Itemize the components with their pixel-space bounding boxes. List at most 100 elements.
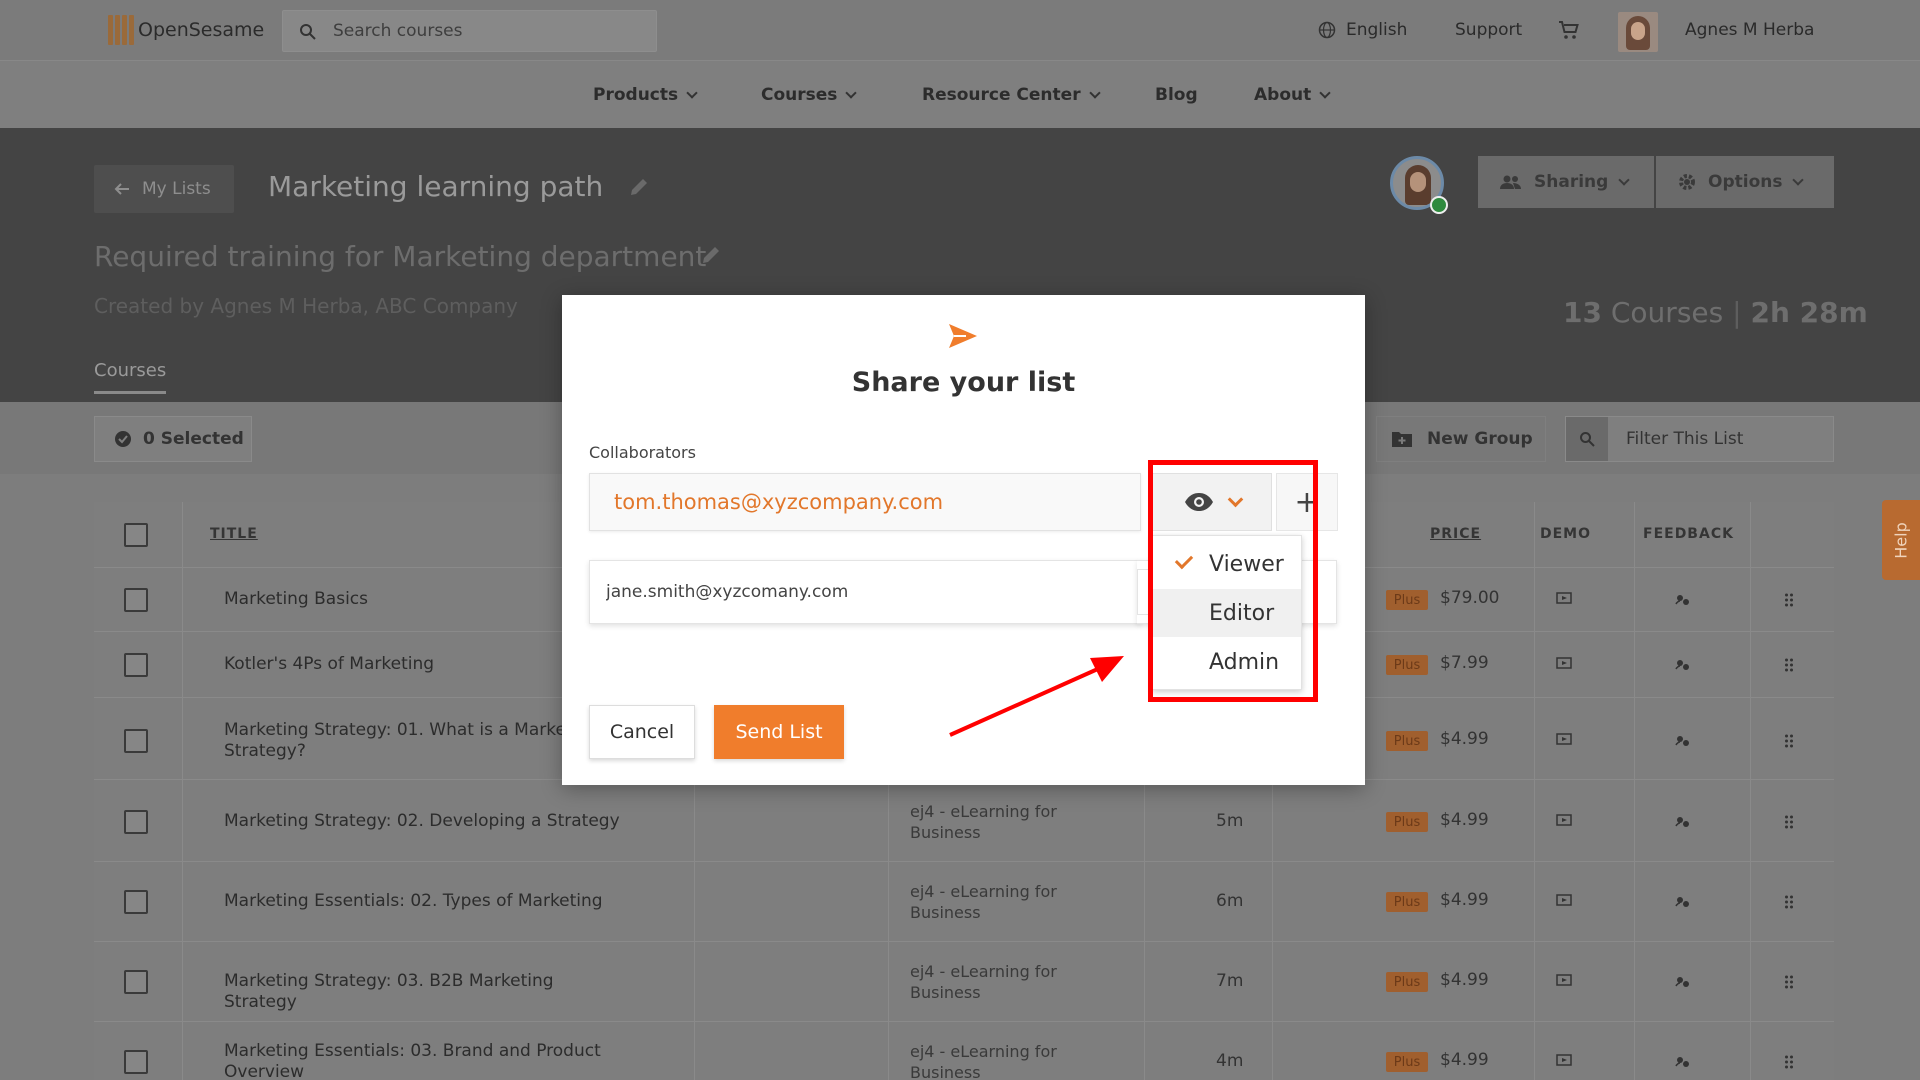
list-description: Required training for Marketing departme… — [94, 240, 707, 273]
opensesame-logo[interactable]: OpenSesame — [108, 12, 264, 48]
drag-handle-icon[interactable] — [1784, 894, 1794, 910]
row-checkbox[interactable] — [124, 970, 148, 994]
column-feedback: FEEDBACK — [1643, 526, 1734, 542]
drag-handle-icon[interactable] — [1784, 592, 1794, 608]
cart-icon — [1559, 21, 1579, 39]
plus-badge: Plus — [1386, 812, 1428, 832]
send-paper-plane-icon — [949, 324, 977, 348]
sharing-button[interactable]: Sharing — [1478, 156, 1654, 208]
user-name[interactable]: Agnes M Herba — [1685, 0, 1814, 60]
selected-count-button[interactable]: 0 Selected — [94, 416, 252, 462]
feedback-icon[interactable] — [1674, 592, 1692, 608]
search-box[interactable] — [282, 10, 657, 52]
row-checkbox[interactable] — [124, 588, 148, 612]
feedback-icon[interactable] — [1674, 657, 1692, 673]
chevron-down-icon — [1088, 86, 1101, 99]
demo-play-icon[interactable] — [1556, 733, 1572, 747]
folder-plus-icon — [1392, 432, 1412, 447]
drag-handle-icon[interactable] — [1784, 1054, 1794, 1070]
options-button[interactable]: Options — [1656, 156, 1834, 208]
demo-play-icon[interactable] — [1556, 657, 1572, 671]
course-price: $79.00 — [1440, 588, 1500, 608]
course-provider: ej4 - eLearning for Business — [910, 962, 1057, 1002]
table-row[interactable]: Marketing Essentials: 03. Brand and Prod… — [94, 1022, 1834, 1080]
feedback-icon[interactable] — [1674, 894, 1692, 910]
row-checkbox[interactable] — [124, 729, 148, 753]
new-group-button[interactable]: New Group — [1376, 416, 1546, 462]
edit-title-pencil-icon[interactable] — [628, 176, 650, 198]
user-avatar[interactable] — [1618, 12, 1658, 52]
row-checkbox[interactable] — [124, 1050, 148, 1074]
demo-play-icon[interactable] — [1556, 814, 1572, 828]
cart-button[interactable] — [1558, 0, 1580, 60]
feedback-icon[interactable] — [1674, 733, 1692, 749]
table-row[interactable]: Marketing Essentials: 02. Types of Marke… — [94, 862, 1834, 942]
check-circle-icon — [115, 431, 131, 447]
column-title[interactable]: TITLE — [210, 526, 258, 542]
row-checkbox[interactable] — [124, 890, 148, 914]
select-all-checkbox[interactable] — [124, 523, 148, 547]
row-checkbox[interactable] — [124, 653, 148, 677]
nav-blog[interactable]: Blog — [1155, 61, 1198, 129]
feedback-icon[interactable] — [1674, 1054, 1692, 1070]
cancel-button[interactable]: Cancel — [589, 705, 695, 759]
course-provider: ej4 - eLearning for Business — [910, 882, 1057, 922]
chevron-down-icon — [1319, 86, 1331, 99]
feedback-icon[interactable] — [1674, 974, 1692, 990]
globe-icon — [1318, 21, 1336, 39]
chevron-down-icon — [845, 86, 858, 99]
course-title[interactable]: Marketing Essentials: 02. Types of Marke… — [224, 891, 624, 912]
nav-resource-center[interactable]: Resource Center — [922, 61, 1101, 129]
edit-description-pencil-icon[interactable] — [700, 244, 722, 266]
course-title[interactable]: Marketing Strategy: 02. Developing a Str… — [224, 811, 624, 832]
course-count-summary: 13 Courses | 2h 28m — [1563, 296, 1868, 329]
search-input[interactable] — [333, 11, 643, 51]
drag-handle-icon[interactable] — [1784, 974, 1794, 990]
course-price: $7.99 — [1440, 653, 1489, 673]
language-label: English — [1346, 20, 1408, 40]
feedback-icon[interactable] — [1674, 814, 1692, 830]
support-link[interactable]: Support — [1455, 0, 1522, 60]
demo-play-icon[interactable] — [1556, 1054, 1572, 1068]
nav-about[interactable]: About — [1254, 61, 1331, 129]
plus-badge: Plus — [1386, 892, 1428, 912]
online-status-indicator — [1430, 196, 1448, 214]
drag-handle-icon[interactable] — [1784, 814, 1794, 830]
send-list-button[interactable]: Send List — [714, 705, 844, 759]
modal-title: Share your list — [851, 367, 1076, 398]
course-duration: 6m — [1216, 891, 1244, 911]
nav-courses[interactable]: Courses — [761, 61, 858, 129]
created-by: Created by Agnes M Herba, ABC Company — [94, 294, 518, 318]
existing-collaborator-email[interactable] — [589, 560, 1141, 624]
course-duration: 5m — [1216, 811, 1244, 831]
drag-handle-icon[interactable] — [1784, 733, 1794, 749]
course-price: $4.99 — [1440, 1050, 1489, 1070]
plus-badge: Plus — [1386, 731, 1428, 751]
help-tab[interactable]: Help — [1882, 500, 1920, 580]
demo-play-icon[interactable] — [1556, 894, 1572, 908]
nav-products[interactable]: Products — [593, 61, 698, 129]
table-row[interactable]: Marketing Strategy: 02. Developing a Str… — [94, 782, 1834, 862]
course-title[interactable]: Marketing Strategy: 03. B2B Marketing St… — [224, 971, 624, 1013]
column-price[interactable]: PRICE — [1430, 526, 1481, 542]
plus-badge: Plus — [1386, 590, 1428, 610]
tab-courses[interactable]: Courses — [94, 360, 167, 394]
chevron-down-icon — [686, 86, 698, 99]
course-price: $4.99 — [1440, 729, 1489, 749]
demo-play-icon[interactable] — [1556, 974, 1572, 988]
filter-box[interactable] — [1565, 416, 1834, 462]
drag-handle-icon[interactable] — [1784, 657, 1794, 673]
table-row[interactable]: Marketing Strategy: 03. B2B Marketing St… — [94, 942, 1834, 1022]
row-checkbox[interactable] — [124, 810, 148, 834]
language-selector[interactable]: English — [1318, 0, 1407, 60]
filter-input[interactable] — [1626, 417, 1826, 461]
demo-play-icon[interactable] — [1556, 592, 1572, 606]
course-title[interactable]: Marketing Essentials: 03. Brand and Prod… — [224, 1041, 624, 1080]
people-icon — [1500, 175, 1521, 189]
top-bar: OpenSesame English Support Agnes M Herba — [0, 0, 1920, 60]
collaborators-label: Collaborators — [589, 443, 696, 462]
search-icon — [300, 24, 316, 40]
chevron-down-icon — [1792, 173, 1805, 186]
my-lists-button[interactable]: My Lists — [94, 165, 234, 213]
collaborator-email-input[interactable] — [589, 473, 1141, 531]
